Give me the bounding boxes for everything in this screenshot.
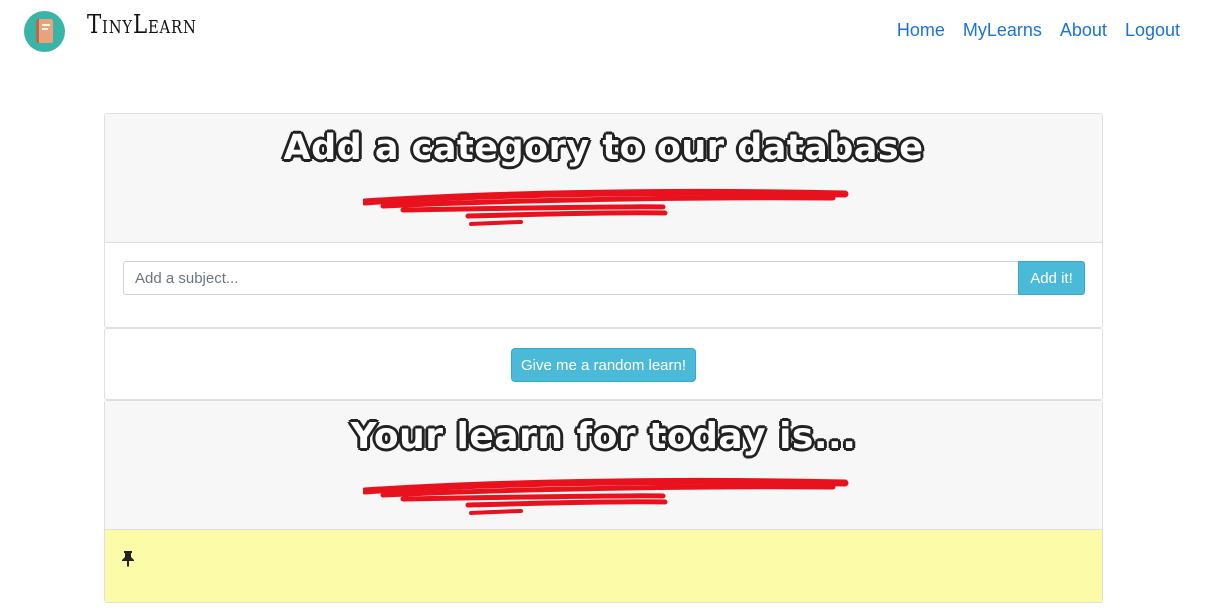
red-underline-scribble — [363, 188, 849, 226]
learn-of-day-header: Your learn for today is... — [105, 401, 1102, 530]
subject-input-group: Add it! — [123, 261, 1085, 295]
add-it-button[interactable]: Add it! — [1018, 261, 1085, 295]
nav-logout-link[interactable]: Logout — [1125, 20, 1180, 41]
navbar: TinyLearn Home MyLearns About Logout — [0, 0, 1206, 62]
learn-of-day-panel: Your learn for today is... — [104, 400, 1103, 603]
brand-name[interactable]: TinyLearn — [87, 10, 197, 40]
nav-mylearns-link[interactable]: MyLearns — [963, 20, 1042, 41]
pushpin-icon — [122, 551, 134, 567]
nav-home-link[interactable]: Home — [897, 20, 945, 41]
nav-links: Home MyLearns About Logout — [897, 20, 1180, 41]
add-category-panel: Add a category to our database Add it! — [104, 113, 1103, 328]
nav-about-link[interactable]: About — [1060, 20, 1107, 41]
subject-input[interactable] — [123, 261, 1018, 295]
book-icon — [36, 19, 53, 43]
learn-of-day-title: Your learn for today is... — [350, 416, 857, 457]
logo[interactable] — [24, 11, 65, 52]
add-category-title: Add a category to our database — [283, 128, 924, 168]
random-learn-panel: Give me a random learn! — [104, 328, 1103, 400]
random-learn-button[interactable]: Give me a random learn! — [511, 348, 696, 382]
red-underline-scribble — [363, 477, 849, 515]
learn-note — [105, 530, 1102, 602]
add-category-header: Add a category to our database — [105, 114, 1102, 243]
